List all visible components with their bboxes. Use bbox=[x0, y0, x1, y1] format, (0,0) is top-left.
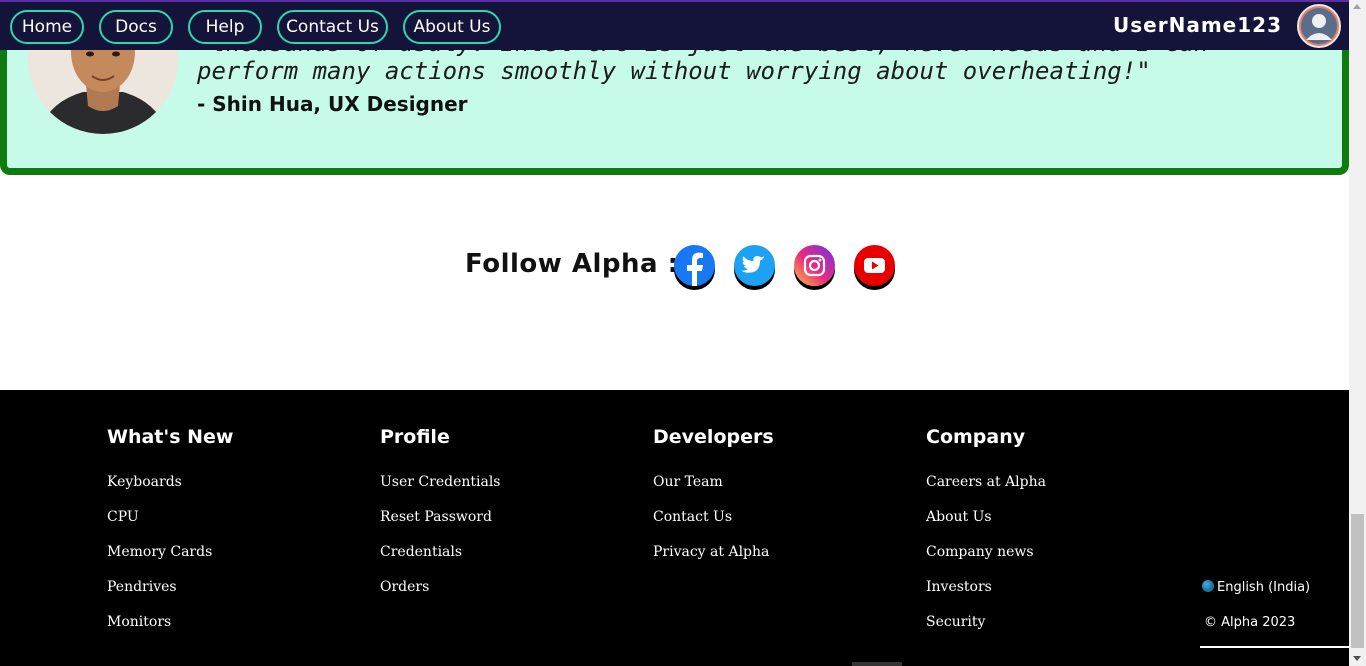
copyright-text: © Alpha 2023 bbox=[1204, 615, 1296, 630]
footer-heading: Developers bbox=[653, 426, 774, 448]
footer-column-developers: Developers Our Team Contact Us Privacy a… bbox=[653, 426, 774, 577]
footer-link[interactable]: Contact Us bbox=[653, 507, 774, 542]
footer-column-company: Company Careers at Alpha About Us Compan… bbox=[926, 426, 1046, 647]
scroll-up-arrow-icon[interactable] bbox=[1353, 4, 1361, 9]
youtube-icon[interactable] bbox=[854, 245, 895, 286]
language-selector[interactable]: English (India) bbox=[1202, 580, 1310, 595]
footer-link[interactable]: Pendrives bbox=[107, 577, 233, 612]
footer-divider bbox=[1200, 646, 1349, 648]
footer-link[interactable]: Memory Cards bbox=[107, 542, 233, 577]
instagram-icon[interactable] bbox=[794, 245, 835, 286]
footer-link[interactable]: Monitors bbox=[107, 612, 233, 647]
username-label[interactable]: UserName123 bbox=[1113, 13, 1282, 37]
facebook-icon[interactable] bbox=[674, 245, 715, 286]
nav-about-us-button[interactable]: About Us bbox=[403, 10, 501, 44]
page-scrollbar[interactable] bbox=[1349, 0, 1366, 666]
footer-link[interactable]: Careers at Alpha bbox=[926, 472, 1046, 507]
footer-link[interactable]: Reset Password bbox=[380, 507, 500, 542]
footer-link[interactable]: Investors bbox=[926, 577, 1046, 612]
footer-link[interactable]: About Us bbox=[926, 507, 1046, 542]
globe-icon bbox=[1202, 580, 1214, 592]
footer-link[interactable]: Our Team bbox=[653, 472, 774, 507]
footer-link[interactable]: Orders bbox=[380, 577, 500, 612]
footer-link[interactable]: Security bbox=[926, 612, 1046, 647]
footer-heading: Company bbox=[926, 426, 1026, 448]
testimonial-author: - Shin Hua, UX Designer bbox=[197, 92, 468, 116]
footer-column-profile: Profile User Credentials Reset Password … bbox=[380, 426, 500, 612]
nav-help-button[interactable]: Help bbox=[188, 10, 262, 44]
avatar-silhouette-icon bbox=[1301, 8, 1337, 44]
footer-heading: What's New bbox=[107, 426, 234, 448]
footer-bottom-tab bbox=[852, 662, 902, 666]
nav-contact-us-button[interactable]: Contact Us bbox=[277, 10, 388, 44]
footer-column-whats-new: What's New Keyboards CPU Memory Cards Pe… bbox=[107, 426, 233, 647]
footer-link[interactable]: CPU bbox=[107, 507, 233, 542]
follow-alpha-label: Follow Alpha : bbox=[465, 249, 679, 279]
nav-docs-button[interactable]: Docs bbox=[99, 10, 173, 44]
footer-link[interactable]: Company news bbox=[926, 542, 1046, 577]
site-footer: What's New Keyboards CPU Memory Cards Pe… bbox=[0, 390, 1349, 666]
footer-link[interactable]: Keyboards bbox=[107, 472, 233, 507]
top-navigation-bar: Home Docs Help Contact Us About Us UserN… bbox=[0, 0, 1349, 50]
footer-link[interactable]: Privacy at Alpha bbox=[653, 542, 774, 577]
footer-heading: Profile bbox=[380, 426, 450, 448]
footer-link[interactable]: Credentials bbox=[380, 542, 500, 577]
footer-link[interactable]: User Credentials bbox=[380, 472, 500, 507]
scrollbar-thumb[interactable] bbox=[1351, 514, 1364, 648]
language-label: English (India) bbox=[1217, 580, 1311, 595]
user-avatar-icon[interactable] bbox=[1297, 4, 1341, 48]
twitter-icon[interactable] bbox=[734, 245, 775, 286]
testimonial-quote: perform many actions smoothly without wo… bbox=[197, 57, 1151, 85]
scroll-down-arrow-icon[interactable] bbox=[1353, 656, 1361, 661]
nav-home-button[interactable]: Home bbox=[10, 10, 84, 44]
